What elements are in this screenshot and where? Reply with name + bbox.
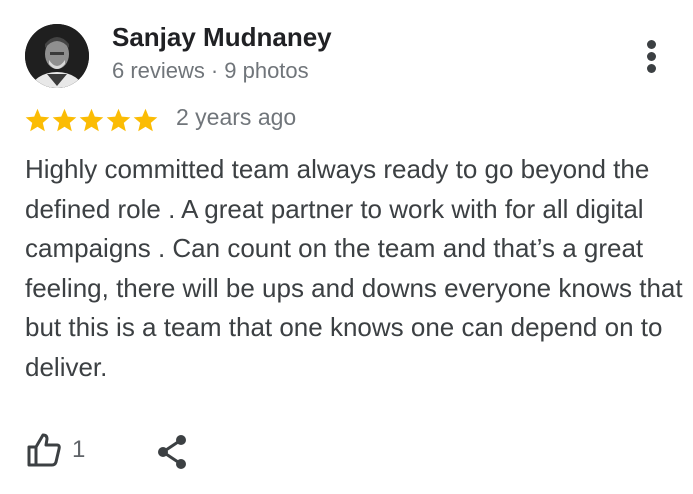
star-icon: [106, 108, 131, 131]
reviews-count: 6 reviews: [112, 58, 205, 83]
review-text: Highly committed team always ready to go…: [25, 154, 683, 382]
meta-separator: ·: [210, 58, 219, 83]
star-icon: [52, 108, 77, 131]
thumb-up-icon: [27, 433, 61, 467]
author-name[interactable]: Sanjay Mudnaney: [112, 22, 332, 53]
star-rating: [24, 106, 159, 134]
author-meta: 6 reviews · 9 photos: [112, 58, 309, 84]
star-icon: [133, 108, 158, 131]
share-button[interactable]: [152, 432, 192, 472]
share-icon: [158, 435, 186, 469]
photos-count: 9 photos: [224, 58, 309, 83]
author-avatar[interactable]: [25, 24, 89, 88]
review-date: 2 years ago: [176, 104, 297, 130]
star-icon: [79, 108, 104, 131]
like-button[interactable]: 1: [24, 428, 85, 472]
like-count: 1: [72, 436, 86, 463]
more-options-button[interactable]: [632, 34, 672, 78]
star-icon: [25, 108, 50, 131]
